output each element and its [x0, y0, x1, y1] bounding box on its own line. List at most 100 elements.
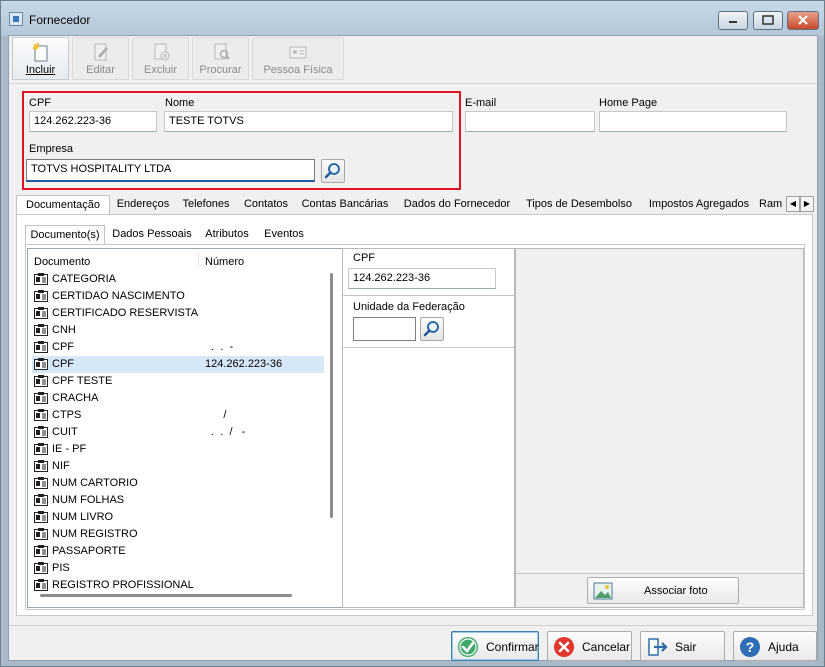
confirmar-button[interactable]: Confirmar	[451, 631, 539, 661]
document-type-icon	[34, 375, 48, 387]
client-area: Incluir Editar Excluir Procurar Pessoa F…	[8, 35, 818, 661]
document-name: PIS	[52, 562, 70, 574]
document-name: IE - PF	[52, 443, 87, 455]
tab-documentos[interactable]: Documento(s)	[25, 225, 105, 245]
scroll-left-button[interactable]: ◀	[786, 196, 800, 212]
uf-search-button[interactable]	[420, 317, 444, 341]
list-item[interactable]: CERTIFICADO RESERVISTA	[32, 305, 324, 322]
document-name: CRACHA	[52, 392, 99, 404]
tab-eventos[interactable]: Eventos	[259, 225, 309, 245]
list-item[interactable]: PIS	[32, 560, 324, 577]
list-item[interactable]: IE - PF	[32, 441, 324, 458]
bottom-divider	[9, 625, 817, 626]
tab-telefones[interactable]: Telefones	[178, 195, 234, 215]
tab-scroll: ◀ ▶	[786, 196, 816, 212]
sair-label: Sair	[675, 640, 697, 654]
list-item[interactable]: CPF 124.262.223-36	[32, 356, 324, 373]
window-title: Fornecedor	[29, 13, 91, 27]
ajuda-button[interactable]: ? Ajuda	[733, 631, 817, 661]
horizontal-scrollbar[interactable]	[40, 594, 292, 597]
title-bar: Fornecedor	[1, 1, 824, 36]
list-item[interactable]: CERTIDAO NASCIMENTO	[32, 288, 324, 305]
tab-contatos[interactable]: Contatos	[238, 195, 294, 215]
tab-dados-pessoais[interactable]: Dados Pessoais	[109, 225, 195, 245]
document-type-icon	[34, 562, 48, 574]
list-item[interactable]: NUM FOLHAS	[32, 492, 324, 509]
document-type-icon	[34, 358, 48, 370]
email-field[interactable]	[465, 111, 595, 132]
tab-dados-fornecedor[interactable]: Dados do Fornecedor	[398, 195, 516, 215]
list-item[interactable]: NUM REGISTRO	[32, 526, 324, 543]
empresa-field[interactable]: TOTVS HOSPITALITY LTDA	[26, 159, 315, 182]
document-type-icon	[34, 409, 48, 421]
sair-button[interactable]: Sair	[640, 631, 725, 661]
document-number: . . -	[205, 341, 234, 353]
empresa-search-button[interactable]	[321, 159, 345, 183]
excluir-button[interactable]: Excluir	[132, 37, 189, 80]
document-list[interactable]: Documento Número CATEGORIA CERTIDAO NASCI…	[27, 248, 343, 608]
document-number: . . / -	[205, 426, 246, 438]
homepage-field[interactable]	[599, 111, 787, 132]
document-name: CPF	[52, 358, 74, 370]
cancelar-button[interactable]: Cancelar	[547, 631, 632, 661]
id-card-icon	[289, 46, 307, 59]
document-name: NIF	[52, 460, 70, 472]
list-item[interactable]: NUM LIVRO	[32, 509, 324, 526]
list-item[interactable]: CPF TESTE	[32, 373, 324, 390]
cancelar-label: Cancelar	[582, 640, 631, 654]
document-type-icon	[34, 528, 48, 540]
tab-documentacao[interactable]: Documentação	[16, 195, 110, 215]
document-name: PASSAPORTE	[52, 545, 126, 557]
document-type-icon	[34, 273, 48, 285]
ajuda-label: Ajuda	[768, 640, 799, 654]
document-type-icon	[34, 307, 48, 319]
incluir-label: Incluir	[25, 64, 56, 76]
editar-button[interactable]: Editar	[72, 37, 129, 80]
pessoa-fisica-button[interactable]: Pessoa Física	[252, 37, 344, 80]
document-name: CERTIDAO NASCIMENTO	[52, 290, 185, 302]
document-type-icon	[34, 290, 48, 302]
fornecedor-window: Fornecedor Incluir Editar Excluir Procur…	[0, 0, 825, 667]
tab-impostos-agregados[interactable]: Impostos Agregados	[642, 195, 756, 215]
exit-icon	[648, 638, 668, 656]
list-item[interactable]: CUIT . . / -	[32, 424, 324, 441]
maximize-button[interactable]	[753, 11, 783, 30]
nome-field[interactable]: TESTE TOTVS	[164, 111, 453, 132]
incluir-button[interactable]: Incluir	[12, 37, 69, 80]
vertical-scrollbar[interactable]	[330, 273, 333, 518]
list-header: Documento Número	[28, 249, 338, 271]
col-numero[interactable]: Número	[205, 256, 244, 268]
list-item[interactable]: CPF . . -	[32, 339, 324, 356]
close-button[interactable]	[787, 11, 819, 30]
list-item[interactable]: NIF	[32, 458, 324, 475]
tab-ram[interactable]: Ram	[759, 195, 784, 215]
email-label: E-mail	[465, 97, 497, 109]
scroll-right-button[interactable]: ▶	[800, 196, 814, 212]
minimize-button[interactable]	[718, 11, 748, 30]
tab-atributos[interactable]: Atributos	[199, 225, 255, 245]
app-icon	[9, 12, 23, 26]
list-item[interactable]: CRACHA	[32, 390, 324, 407]
procurar-button[interactable]: Procurar	[192, 37, 249, 80]
col-documento[interactable]: Documento	[34, 256, 90, 268]
tab-tipos-desembolso[interactable]: Tipos de Desembolso	[520, 195, 638, 215]
list-item[interactable]: REGISTRO PROFISSIONAL	[32, 577, 324, 594]
tab-enderecos[interactable]: Endereços	[112, 195, 174, 215]
associar-foto-button[interactable]: Associar foto	[587, 577, 739, 604]
document-name: CTPS	[52, 409, 82, 421]
tab-contas-bancarias[interactable]: Contas Bancárias	[297, 195, 393, 215]
detail-cpf-label: CPF	[353, 252, 375, 264]
cpf-field[interactable]: 124.262.223-36	[29, 111, 157, 132]
document-name: CERTIFICADO RESERVISTA	[52, 307, 199, 319]
uf-field[interactable]	[353, 317, 416, 341]
list-item[interactable]: PASSAPORTE	[32, 543, 324, 560]
document-name: CPF TESTE	[52, 375, 113, 387]
list-item[interactable]: CATEGORIA	[32, 271, 324, 288]
confirmar-label: Confirmar	[486, 640, 539, 654]
detail-cpf-field[interactable]: 124.262.223-36	[348, 268, 496, 289]
list-item[interactable]: CTPS /	[32, 407, 324, 424]
list-item[interactable]: NUM CARTORIO	[32, 475, 324, 492]
search-icon	[324, 163, 340, 179]
list-item[interactable]: CNH	[32, 322, 324, 339]
cancel-icon	[554, 637, 574, 657]
